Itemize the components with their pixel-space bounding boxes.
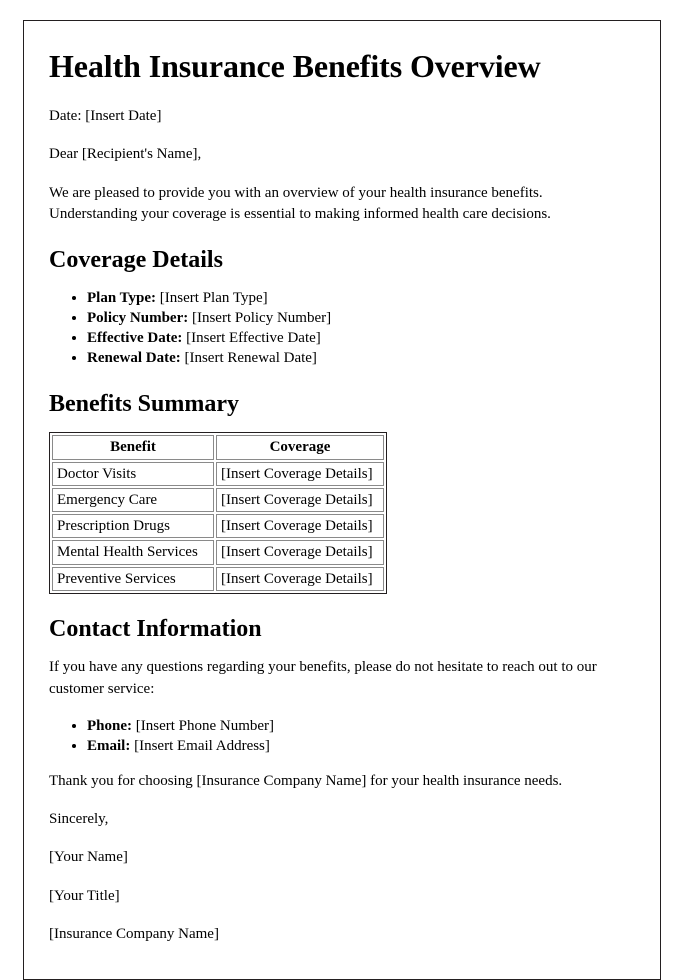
page-title: Health Insurance Benefits Overview — [49, 48, 541, 84]
table-body: Doctor Visits [Insert Coverage Details] … — [52, 461, 384, 591]
table-row: Preventive Services [Insert Coverage Det… — [52, 566, 384, 591]
coverage-item-label: Effective Date: — [87, 329, 183, 346]
signature-name: [Your Name] — [49, 849, 128, 866]
list-item: Effective Date: [Insert Effective Date] — [87, 329, 635, 349]
list-item: Email: [Insert Email Address] — [87, 737, 635, 757]
coverage-item-label: Plan Type: — [87, 289, 157, 306]
document-content: Health Insurance Benefits Overview Date:… — [24, 21, 660, 945]
signature-company: [Insurance Company Name] — [49, 926, 219, 943]
cell-coverage: [Insert Coverage Details] — [216, 487, 384, 513]
cell-benefit: Mental Health Services — [52, 540, 214, 565]
table-header-row: Benefit Coverage — [52, 435, 384, 460]
table-row: Mental Health Services [Insert Coverage … — [52, 540, 384, 565]
sign-off: Sincerely, — [49, 811, 109, 828]
cell-coverage: [Insert Coverage Details] — [216, 566, 384, 591]
contact-item-label: Email: — [87, 737, 131, 754]
intro-paragraph: We are pleased to provide you with an ov… — [49, 184, 551, 223]
column-header-coverage: Coverage — [216, 435, 384, 460]
table-row: Emergency Care [Insert Coverage Details] — [52, 487, 384, 513]
benefits-summary-table: Benefit Coverage Doctor Visits [Insert C… — [49, 432, 387, 594]
list-item: Policy Number: [Insert Policy Number] — [87, 309, 635, 329]
contact-intro-paragraph: If you have any questions regarding your… — [49, 659, 597, 697]
column-header-benefit: Benefit — [52, 435, 214, 460]
document-page: Health Insurance Benefits Overview Date:… — [23, 20, 661, 980]
section-heading-contact-information: Contact Information — [49, 615, 262, 642]
coverage-details-list: Plan Type: [Insert Plan Type] Policy Num… — [49, 289, 635, 369]
contact-item-value: [Insert Email Address] — [134, 737, 270, 754]
section-heading-coverage-details: Coverage Details — [49, 247, 223, 274]
list-item: Phone: [Insert Phone Number] — [87, 717, 635, 737]
cell-coverage: [Insert Coverage Details] — [216, 461, 384, 486]
cell-benefit: Preventive Services — [52, 566, 214, 591]
salutation: Dear [Recipient's Name], — [49, 146, 202, 163]
cell-benefit: Prescription Drugs — [52, 514, 214, 539]
coverage-item-value: [Insert Policy Number] — [191, 309, 332, 326]
cell-coverage: [Insert Coverage Details] — [216, 514, 384, 539]
table-row: Doctor Visits [Insert Coverage Details] — [52, 461, 384, 486]
thank-you-paragraph: Thank you for choosing [Insurance Compan… — [49, 772, 563, 789]
coverage-item-label: Policy Number: — [87, 309, 189, 326]
coverage-item-label: Renewal Date: — [87, 349, 181, 366]
contact-information-list: Phone: [Insert Phone Number] Email: [Ins… — [49, 717, 635, 757]
date-line: Date: [Insert Date] — [49, 108, 162, 125]
list-item: Renewal Date: [Insert Renewal Date] — [87, 349, 635, 369]
cell-benefit: Emergency Care — [52, 487, 214, 513]
signature-title: [Your Title] — [49, 887, 120, 904]
coverage-item-value: [Insert Plan Type] — [159, 289, 268, 306]
coverage-item-value: [Insert Effective Date] — [186, 329, 321, 346]
coverage-item-value: [Insert Renewal Date] — [184, 349, 317, 366]
table-header: Benefit Coverage — [52, 435, 384, 460]
section-heading-benefits-summary: Benefits Summary — [49, 390, 239, 417]
contact-item-value: [Insert Phone Number] — [135, 718, 275, 734]
list-item: Plan Type: [Insert Plan Type] — [87, 289, 635, 309]
table-row: Prescription Drugs [Insert Coverage Deta… — [52, 514, 384, 539]
cell-benefit: Doctor Visits — [52, 461, 214, 486]
contact-item-label: Phone: — [87, 718, 132, 734]
cell-coverage: [Insert Coverage Details] — [216, 540, 384, 565]
